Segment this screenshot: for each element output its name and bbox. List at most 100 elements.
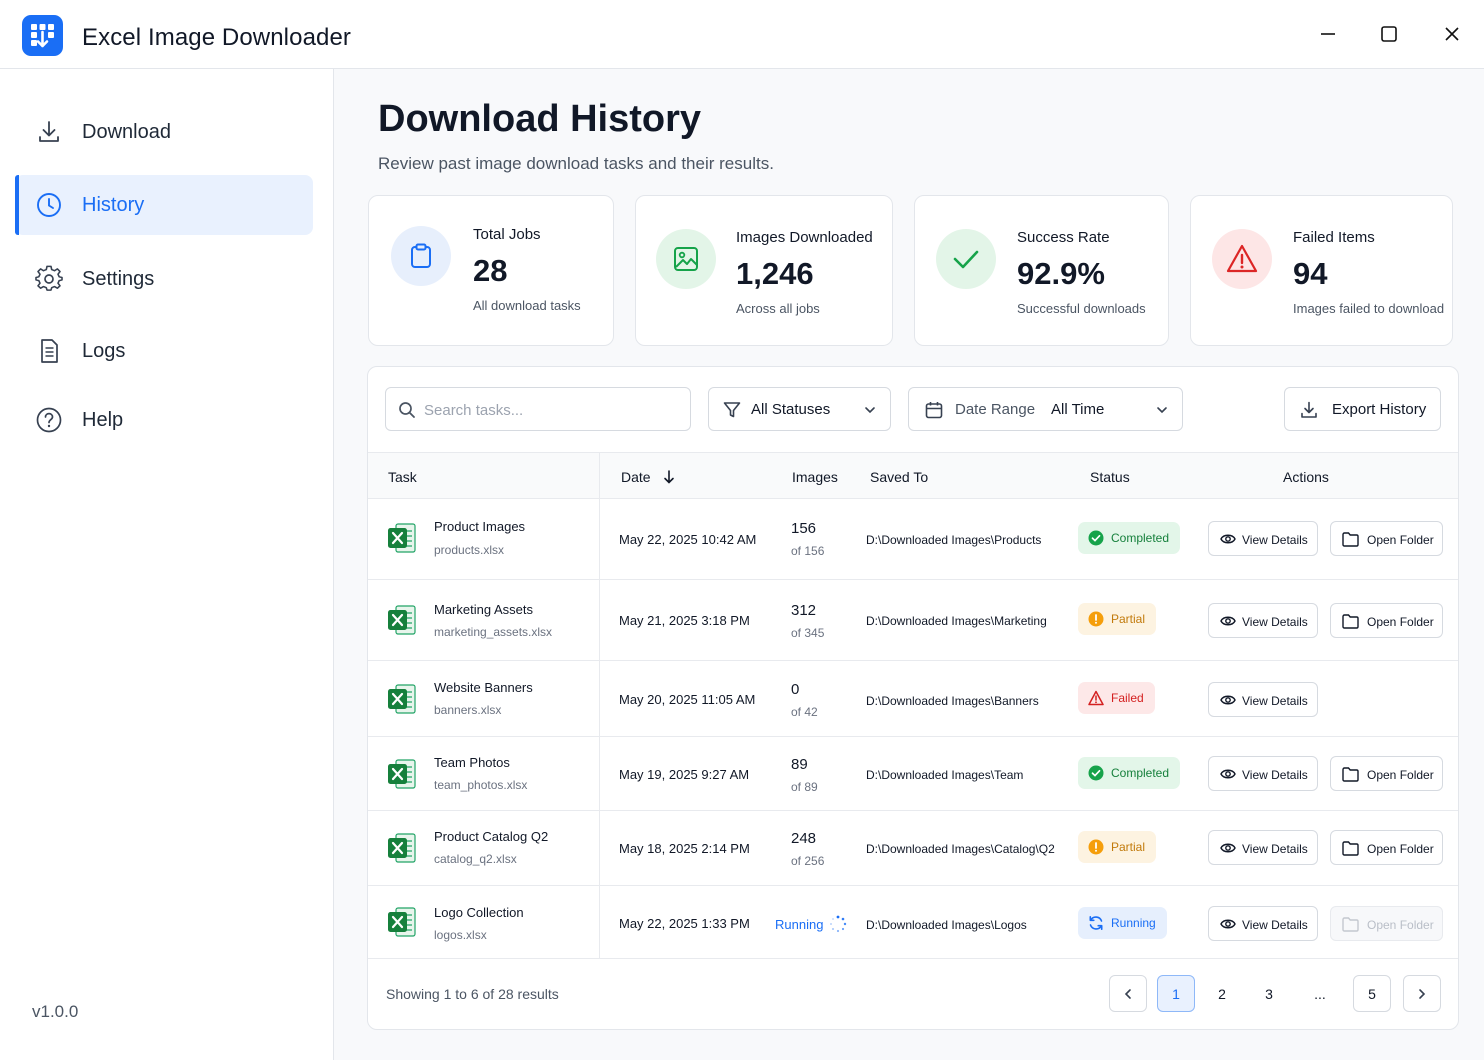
folder-icon [1342, 614, 1359, 629]
table-row: Website Banners banners.xlsx May 20, 202… [368, 661, 1458, 737]
search-field[interactable] [385, 387, 691, 431]
next-page-button[interactable] [1403, 975, 1441, 1012]
open-folder-button[interactable]: Open Folder [1330, 603, 1443, 638]
chevron-left-icon [1124, 988, 1131, 999]
stat-label: Success Rate [1017, 229, 1110, 246]
images-downloaded-count: 89 [791, 756, 808, 773]
check-circle-icon [1088, 530, 1104, 546]
minimize-button[interactable] [1314, 20, 1342, 48]
stat-card-success-rate: Success Rate 92.9% Successful downloads [914, 195, 1169, 346]
history-panel: All Statuses Date Range All Time Export … [367, 366, 1459, 1030]
column-header-date[interactable]: Date [621, 469, 651, 485]
status-filter-select[interactable]: All Statuses [708, 387, 891, 431]
view-details-label: View Details [1242, 615, 1308, 629]
chevron-down-icon [865, 407, 875, 414]
page-button-2[interactable]: 2 [1203, 975, 1241, 1012]
excel-file-icon [388, 523, 416, 553]
task-name: Marketing Assets [434, 602, 533, 617]
images-total: of 256 [791, 854, 825, 868]
view-details-label: View Details [1242, 768, 1308, 782]
table-row: Logo Collection logos.xlsx May 22, 2025 … [368, 886, 1458, 959]
sidebar-item-settings[interactable]: Settings [15, 249, 313, 309]
view-details-button[interactable]: View Details [1208, 756, 1318, 791]
stat-subtext: Successful downloads [1017, 301, 1146, 316]
open-folder-label: Open Folder [1367, 768, 1434, 782]
task-name: Product Images [434, 519, 526, 534]
stat-card-images-downloaded: Images Downloaded 1,246 Across all jobs [635, 195, 893, 346]
stat-card-failed-items: Failed Items 94 Images failed to downloa… [1190, 195, 1453, 346]
stat-value: 92.9% [1017, 256, 1105, 291]
sidebar-item-label: Logs [82, 339, 126, 362]
sidebar-item-history[interactable]: History [15, 175, 313, 235]
sort-descending-icon[interactable] [661, 469, 677, 485]
eye-icon [1220, 616, 1236, 626]
sidebar-item-logs[interactable]: Logs [15, 321, 313, 381]
status-badge: Completed [1078, 757, 1181, 789]
excel-file-icon [388, 833, 416, 863]
open-folder-button[interactable]: Open Folder [1330, 756, 1443, 791]
folder-icon [1342, 841, 1359, 856]
clipboard-icon [391, 226, 451, 286]
gear-icon [35, 265, 63, 291]
images-total: of 156 [791, 544, 825, 558]
sidebar-item-help[interactable]: Help [15, 390, 313, 450]
open-folder-button[interactable]: Open Folder [1330, 830, 1443, 865]
column-header-saved-to: Saved To [870, 469, 929, 485]
open-folder-button[interactable]: Open Folder [1330, 521, 1443, 556]
status-badge: Failed [1078, 682, 1155, 714]
table-row: Product Images products.xlsx May 22, 202… [368, 499, 1458, 580]
status-badge-label: Completed [1111, 766, 1170, 780]
images-downloaded-count: 248 [791, 830, 817, 847]
close-button[interactable] [1438, 20, 1466, 48]
open-folder-label: Open Folder [1367, 842, 1434, 856]
previous-page-button[interactable] [1109, 975, 1147, 1012]
date-range-label: Date Range [955, 401, 1036, 418]
table-header: Task Date Images Saved To Status Actions [368, 452, 1458, 499]
sidebar-item-download[interactable]: Download [15, 102, 313, 162]
running-indicator-label: Running [775, 917, 824, 932]
date-range-select[interactable]: Date Range All Time [908, 387, 1183, 431]
table-row: Team Photos team_photos.xlsx May 19, 202… [368, 737, 1458, 811]
excel-file-icon [388, 759, 416, 789]
chevron-down-icon [1157, 407, 1167, 414]
status-badge: Running [1078, 907, 1167, 939]
page-button-5[interactable]: 5 [1353, 975, 1391, 1012]
status-badge: Partial [1078, 831, 1157, 863]
warning-icon [1088, 690, 1104, 706]
images-total: of 345 [791, 626, 825, 640]
page-button-3[interactable]: 3 [1250, 975, 1288, 1012]
open-folder-label: Open Folder [1367, 918, 1434, 932]
saved-to-path: D:\Downloaded Images\Catalog\Q2 [866, 842, 1055, 856]
eye-icon [1220, 843, 1236, 853]
stat-label: Failed Items [1293, 229, 1375, 246]
search-input[interactable] [424, 398, 679, 422]
images-downloaded-count: 0 [791, 681, 800, 698]
page-button-1[interactable]: 1 [1157, 975, 1195, 1012]
task-file: products.xlsx [434, 543, 505, 557]
sidebar-item-label: Download [82, 120, 171, 143]
sidebar-item-label: Settings [82, 267, 155, 290]
maximize-button[interactable] [1375, 20, 1403, 48]
eye-icon [1220, 919, 1236, 929]
export-history-button[interactable]: Export History [1284, 387, 1441, 431]
folder-icon [1342, 767, 1359, 782]
page-title: Download History [378, 98, 702, 140]
view-details-button[interactable]: View Details [1208, 603, 1318, 638]
view-details-button[interactable]: View Details [1208, 521, 1318, 556]
download-icon [39, 121, 59, 142]
sidebar-item-label: History [82, 193, 145, 216]
view-details-button[interactable]: View Details [1208, 830, 1318, 865]
status-badge-label: Partial [1111, 840, 1146, 854]
check-circle-icon [1088, 765, 1104, 781]
view-details-button[interactable]: View Details [1208, 682, 1318, 717]
app-title: Excel Image Downloader [82, 24, 352, 51]
view-details-button[interactable]: View Details [1208, 906, 1318, 941]
stat-subtext: Images failed to download [1293, 301, 1445, 316]
maximize-icon [1381, 26, 1397, 42]
minimize-icon [1321, 33, 1335, 35]
open-folder-label: Open Folder [1367, 615, 1434, 629]
chevron-right-icon [1419, 988, 1426, 999]
task-file: catalog_q2.xlsx [434, 852, 517, 866]
date-range-value: All Time [1051, 401, 1105, 418]
warning-icon [1212, 229, 1272, 289]
